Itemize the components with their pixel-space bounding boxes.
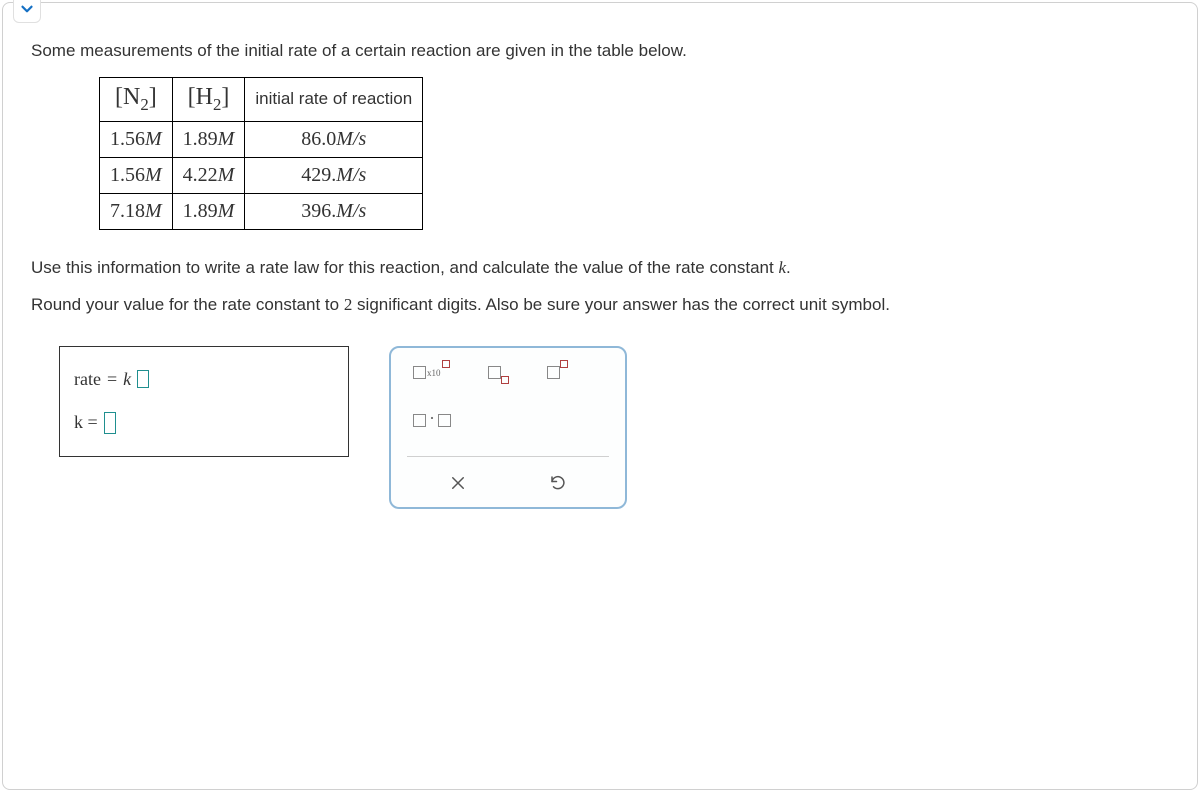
k-value-line: k =	[74, 412, 334, 434]
table-row: 1.56M 4.22M 429.M/s	[100, 157, 423, 193]
cell-n2: 1.56M	[100, 157, 173, 193]
header-n2: [N2]	[100, 77, 173, 121]
answer-area: rate = k k = x10	[59, 346, 1169, 509]
instruction-text-2: Round your value for the rate constant t…	[31, 291, 1169, 318]
rate-input[interactable]	[137, 370, 149, 388]
table-header-row: [N2] [H2] initial rate of reaction	[100, 77, 423, 121]
cell-rate: 396.M/s	[245, 193, 423, 229]
math-tool-panel: x10 ·	[389, 346, 627, 509]
question-panel: Some measurements of the initial rate of…	[2, 2, 1198, 790]
cell-h2: 4.22M	[172, 157, 245, 193]
data-table: [N2] [H2] initial rate of reaction 1.56M…	[99, 77, 423, 230]
rate-label: rate	[74, 369, 101, 390]
superscript-button[interactable]	[547, 360, 568, 386]
subscript-button[interactable]	[488, 360, 509, 386]
cell-n2: 7.18M	[100, 193, 173, 229]
cell-rate: 429.M/s	[245, 157, 423, 193]
k-label: k =	[74, 412, 98, 433]
k-input[interactable]	[104, 412, 116, 434]
reset-button[interactable]	[544, 469, 572, 497]
cell-rate: 86.0M/s	[245, 121, 423, 157]
multiply-button[interactable]: ·	[413, 408, 451, 434]
cell-h2: 1.89M	[172, 193, 245, 229]
collapse-button[interactable]	[13, 0, 41, 23]
instruction-text-1: Use this information to write a rate law…	[31, 254, 1169, 281]
table-row: 7.18M 1.89M 396.M/s	[100, 193, 423, 229]
tool-row-2: ·	[407, 408, 609, 434]
tool-row-1: x10	[407, 360, 609, 386]
chevron-down-icon	[18, 0, 36, 18]
rate-law-line: rate = k	[74, 369, 334, 390]
action-row	[407, 456, 609, 497]
clear-button[interactable]	[444, 469, 472, 497]
cell-h2: 1.89M	[172, 121, 245, 157]
equals: =	[107, 369, 117, 390]
intro-text: Some measurements of the initial rate of…	[31, 39, 1169, 63]
cell-n2: 1.56M	[100, 121, 173, 157]
table-row: 1.56M 1.89M 86.0M/s	[100, 121, 423, 157]
sci-notation-button[interactable]: x10	[413, 360, 450, 386]
answer-box: rate = k k =	[59, 346, 349, 457]
close-icon	[449, 474, 467, 492]
k-variable: k	[123, 369, 131, 390]
header-h2: [H2]	[172, 77, 245, 121]
undo-icon	[549, 474, 567, 492]
question-content: Some measurements of the initial rate of…	[3, 3, 1197, 509]
header-rate: initial rate of reaction	[245, 77, 423, 121]
